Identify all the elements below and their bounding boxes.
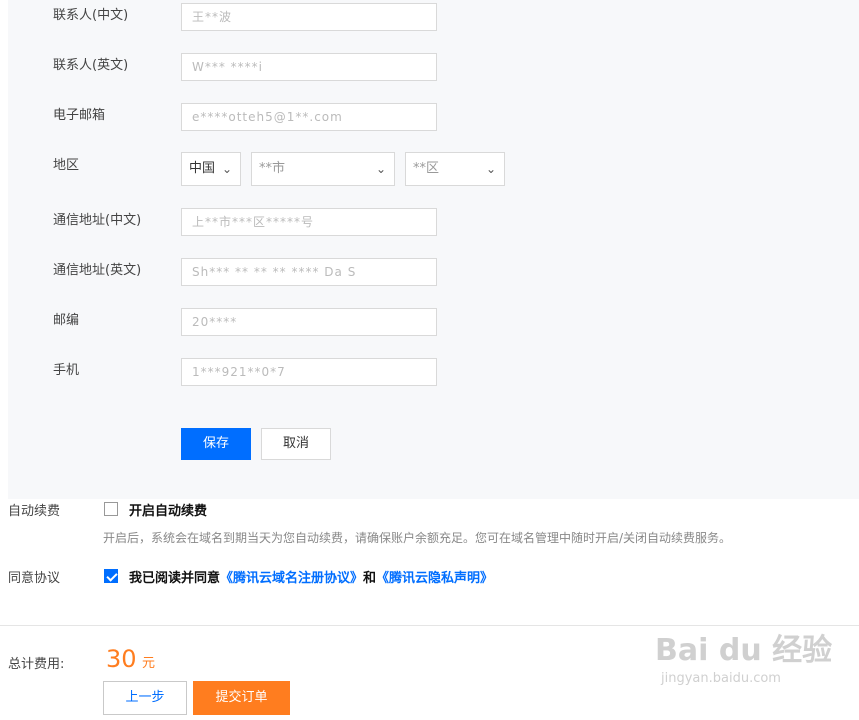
chevron-down-icon: ⌄	[221, 162, 232, 176]
chevron-down-icon: ⌄	[485, 162, 496, 176]
contact-en-value: W*** ****i	[192, 60, 264, 74]
postcode-value: 20****	[192, 315, 238, 329]
agreement-text: 我已阅读并同意《腾讯云域名注册协议》和《腾讯云隐私声明》	[129, 567, 493, 586]
mobile-value: 1***921**0*7	[192, 365, 286, 379]
label-region: 地区	[53, 158, 80, 173]
prev-step-button[interactable]: 上一步	[103, 681, 187, 715]
auto-renew-description: 开启后，系统会在域名到期当天为您自动续费，请确保账户余额充足。您可在域名管理中随…	[103, 531, 732, 545]
address-cn-value: 上**市***区*****号	[192, 215, 315, 229]
contact-en-input[interactable]: W*** ****i	[181, 53, 437, 81]
mobile-input[interactable]: 1***921**0*7	[181, 358, 437, 386]
province-value: **市	[259, 161, 286, 176]
total-label: 总计费用:	[8, 657, 65, 672]
email-value: e****otteh5@1**.com	[192, 110, 343, 124]
auto-renew-checkbox[interactable]	[104, 502, 118, 516]
total-unit: 元	[142, 656, 156, 671]
address-cn-input[interactable]: 上**市***区*****号	[181, 208, 437, 236]
city-value: **区	[413, 161, 440, 176]
country-value: 中国	[189, 161, 216, 176]
baidu-watermark: Bai du 经验 jingyan.baidu.com	[655, 625, 832, 686]
cancel-button[interactable]: 取消	[261, 428, 331, 460]
watermark-logo-text: Bai du 经验	[655, 633, 833, 668]
address-en-input[interactable]: Sh*** ** ** ** **** Da S	[181, 258, 437, 286]
city-select[interactable]: **区 ⌄	[405, 152, 505, 186]
province-select[interactable]: **市 ⌄	[251, 152, 395, 186]
agreement-label: 同意协议	[8, 571, 61, 586]
label-address-en: 通信地址(英文)	[53, 263, 142, 278]
chevron-down-icon: ⌄	[375, 162, 386, 176]
agreement-checkbox[interactable]	[104, 569, 118, 583]
label-contact-cn: 联系人(中文)	[53, 8, 129, 23]
label-email: 电子邮箱	[53, 108, 106, 123]
domain-agreement-link[interactable]: 《腾讯云域名注册协议》	[220, 571, 363, 586]
label-mobile: 手机	[53, 363, 80, 378]
contact-cn-value: 王**波	[192, 10, 233, 24]
total-amount: 30	[106, 645, 137, 673]
email-input[interactable]: e****otteh5@1**.com	[181, 103, 437, 131]
watermark-url: jingyan.baidu.com	[661, 671, 781, 686]
submit-order-button[interactable]: 提交订单	[193, 681, 290, 715]
save-button[interactable]: 保存	[181, 428, 251, 460]
privacy-statement-link[interactable]: 《腾讯云隐私声明》	[376, 571, 493, 586]
country-select[interactable]: 中国 ⌄	[181, 152, 241, 186]
agreement-middle: 和	[363, 571, 377, 586]
label-postcode: 邮编	[53, 313, 80, 328]
label-contact-en: 联系人(英文)	[53, 58, 129, 73]
auto-renew-label: 自动续费	[8, 504, 61, 519]
agreement-prefix: 我已阅读并同意	[129, 571, 221, 586]
label-address-cn: 通信地址(中文)	[53, 213, 142, 228]
auto-renew-checkbox-label[interactable]: 开启自动续费	[129, 500, 207, 519]
postcode-input[interactable]: 20****	[181, 308, 437, 336]
address-en-value: Sh*** ** ** ** **** Da S	[192, 265, 357, 279]
contact-cn-input[interactable]: 王**波	[181, 3, 437, 31]
